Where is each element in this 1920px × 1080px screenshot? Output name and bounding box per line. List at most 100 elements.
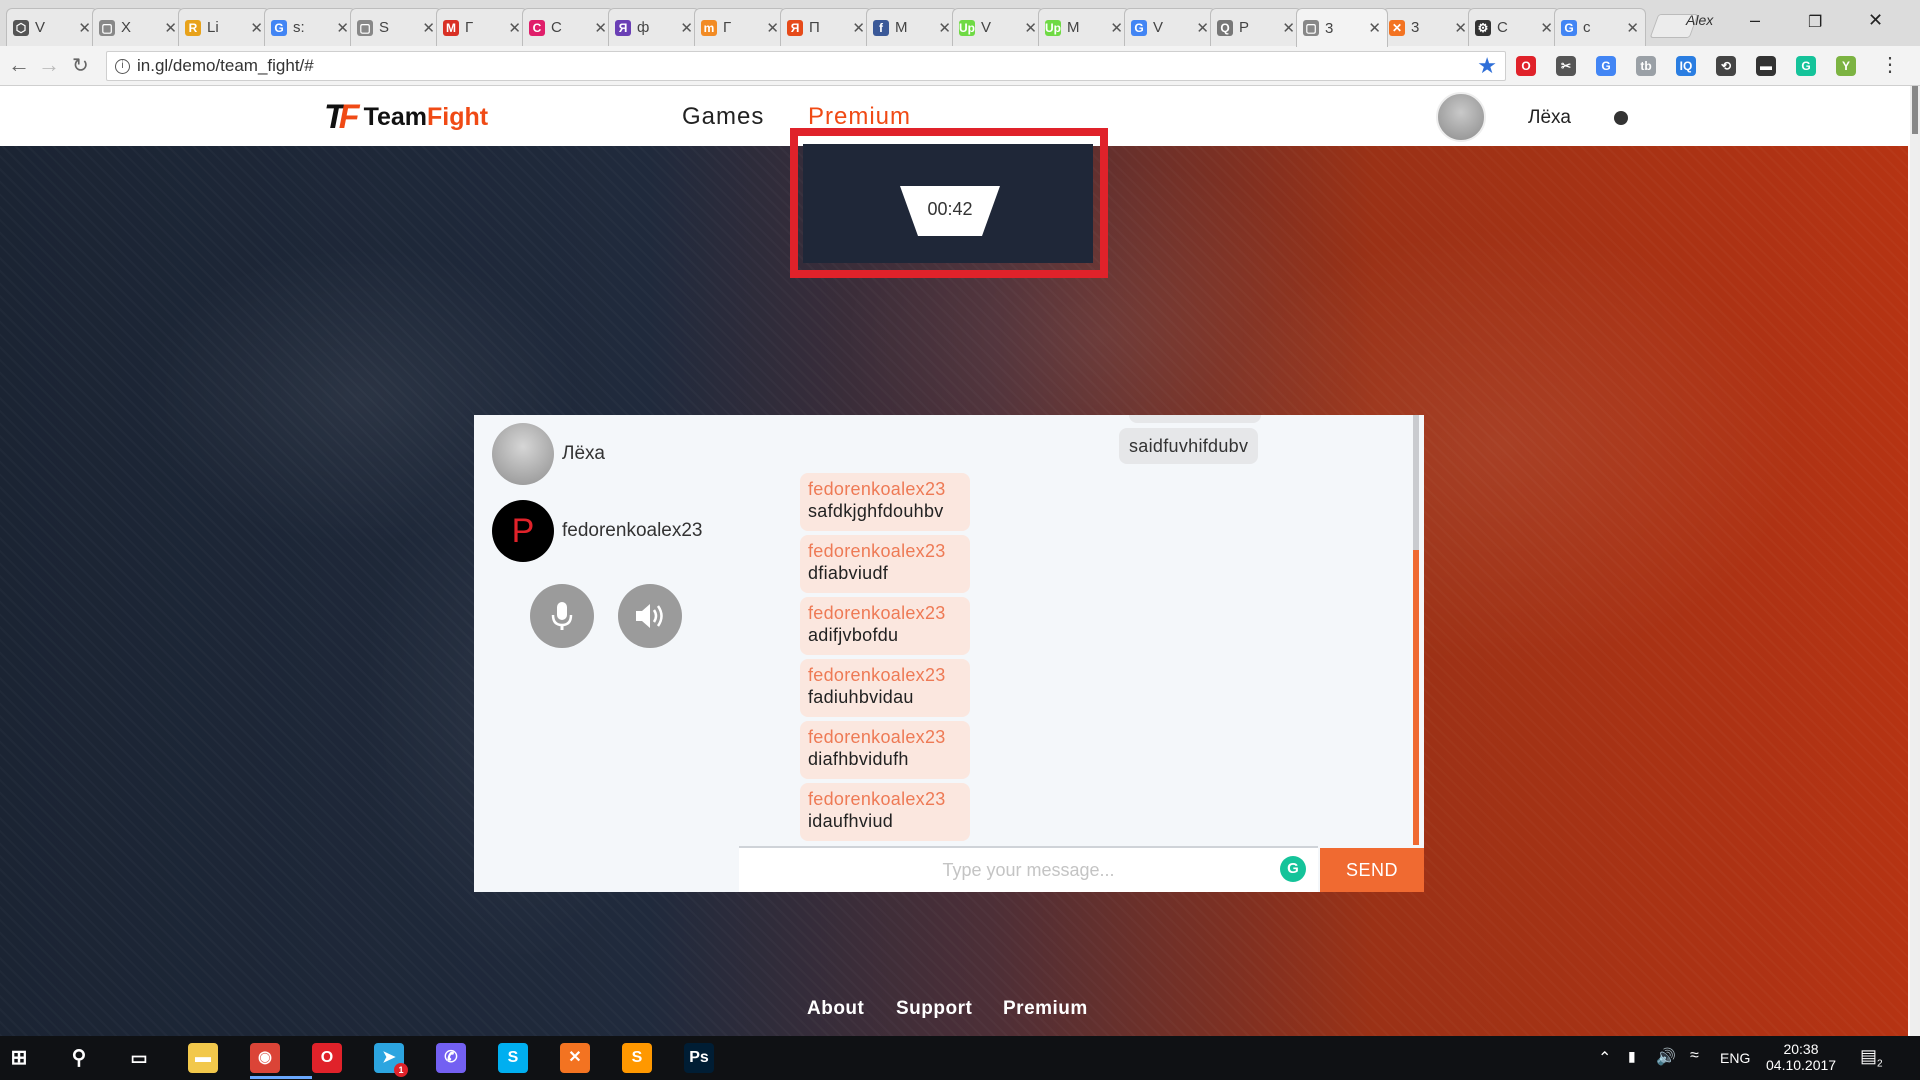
extension-icon[interactable]: ⟲ <box>1716 56 1736 76</box>
xampp-icon[interactable]: ✕ <box>560 1043 590 1073</box>
message-list[interactable]: saidfuvhifdubv fedorenkoalex23 safdkjghfd… <box>739 415 1423 845</box>
volume-icon[interactable]: 🔊 <box>1656 1047 1676 1067</box>
tab-title: 3 <box>1325 19 1334 37</box>
nav-premium[interactable]: Premium <box>808 103 911 131</box>
task-view-icon[interactable]: ▭ <box>124 1043 154 1073</box>
browser-tab[interactable]: ▢ 3 ✕ <box>1296 8 1388 47</box>
info-icon[interactable]: i <box>115 59 130 74</box>
opera-icon[interactable]: O <box>312 1043 342 1073</box>
tab-close-icon[interactable]: ✕ <box>1626 19 1639 37</box>
telegram-icon[interactable]: ➤ 1 <box>374 1043 408 1077</box>
footer-about[interactable]: About <box>807 998 864 1020</box>
tab-close-icon[interactable]: ✕ <box>1196 19 1209 37</box>
browser-tab[interactable]: f M ✕ <box>866 8 958 46</box>
browser-tab[interactable]: G V ✕ <box>1124 8 1216 46</box>
browser-tab[interactable]: R Li ✕ <box>178 8 270 46</box>
speaker-button[interactable] <box>618 584 682 648</box>
extension-icon[interactable]: IQ <box>1676 56 1696 76</box>
tab-close-icon[interactable]: ✕ <box>1282 19 1295 37</box>
tab-title: M <box>1067 19 1080 36</box>
message-input[interactable]: Type your message... <box>739 846 1318 892</box>
sublime-icon[interactable]: S <box>622 1043 652 1073</box>
browser-tab[interactable]: ⚙ C ✕ <box>1468 8 1560 46</box>
browser-tab[interactable]: Я П ✕ <box>780 8 872 46</box>
address-bar[interactable]: i in.gl/demo/team_fight/# ★ <box>106 51 1506 81</box>
viber-icon[interactable]: ✆ <box>436 1043 466 1073</box>
user-name[interactable]: Лёха <box>1528 107 1571 129</box>
file-explorer-icon[interactable]: ▬ <box>188 1043 218 1073</box>
browser-tab[interactable]: Q P ✕ <box>1210 8 1302 46</box>
tab-close-icon[interactable]: ✕ <box>1110 19 1123 37</box>
minimize-icon[interactable]: – <box>1750 10 1760 31</box>
restore-icon[interactable]: ❐ <box>1808 12 1822 32</box>
browser-tab[interactable]: Up V ✕ <box>952 8 1044 46</box>
tab-close-icon[interactable]: ✕ <box>422 19 435 37</box>
chat-scrollbar[interactable] <box>1413 415 1419 845</box>
tab-title: c <box>1583 19 1591 36</box>
extension-icon[interactable]: ▬ <box>1756 56 1776 76</box>
tab-close-icon[interactable]: ✕ <box>1540 19 1553 37</box>
user-avatar[interactable] <box>1436 92 1486 142</box>
forward-icon[interactable]: → <box>38 52 60 78</box>
browser-tab[interactable]: C C ✕ <box>522 8 614 46</box>
battery-icon[interactable]: ▮ <box>1628 1048 1636 1065</box>
page-scrollbar[interactable] <box>1910 86 1920 1036</box>
page-scrollbar-thumb[interactable] <box>1912 86 1918 134</box>
extension-icon[interactable]: tb <box>1636 56 1656 76</box>
clock[interactable]: 20:38 04.10.2017 <box>1766 1041 1836 1073</box>
tab-close-icon[interactable]: ✕ <box>938 19 951 37</box>
chat-scrollbar-thumb[interactable] <box>1413 415 1419 550</box>
browser-tab[interactable]: ⬡ V ✕ <box>6 8 98 46</box>
footer-premium[interactable]: Premium <box>1003 998 1088 1020</box>
send-button[interactable]: SEND <box>1320 848 1424 892</box>
tab-close-icon[interactable]: ✕ <box>680 19 693 37</box>
chrome-icon[interactable]: ◉ <box>250 1043 280 1073</box>
tab-close-icon[interactable]: ✕ <box>164 19 177 37</box>
tab-close-icon[interactable]: ✕ <box>766 19 779 37</box>
language-indicator[interactable]: ENG <box>1720 1050 1750 1066</box>
browser-tab[interactable]: Яф ✕ <box>608 8 700 46</box>
grammarly-icon[interactable]: G <box>1280 856 1306 882</box>
tab-title: V <box>1153 19 1164 36</box>
microphone-button[interactable] <box>530 584 594 648</box>
browser-tab[interactable]: ✕ 3 ✕ <box>1382 8 1474 46</box>
photoshop-icon[interactable]: Ps <box>684 1043 714 1073</box>
tab-close-icon[interactable]: ✕ <box>852 19 865 37</box>
browser-tab[interactable]: m Г ✕ <box>694 8 786 46</box>
browser-tab[interactable]: Gs: ✕ <box>264 8 356 46</box>
tray-expand-icon[interactable]: ⌃ <box>1598 1048 1611 1068</box>
browser-tab[interactable]: Gc ✕ <box>1554 8 1646 46</box>
extension-icon[interactable]: Y <box>1836 56 1856 76</box>
extension-icon[interactable]: O <box>1516 56 1536 76</box>
footer-support[interactable]: Support <box>896 998 972 1020</box>
bookmark-star-icon[interactable]: ★ <box>1477 52 1497 80</box>
search-icon[interactable]: ⚲ <box>64 1043 94 1073</box>
skype-icon[interactable]: S <box>498 1043 528 1073</box>
extension-icon[interactable]: G <box>1796 56 1816 76</box>
tab-close-icon[interactable]: ✕ <box>78 19 91 37</box>
tab-close-icon[interactable]: ✕ <box>250 19 263 37</box>
close-window-icon[interactable]: ✕ <box>1868 10 1883 31</box>
reload-icon[interactable]: ↻ <box>72 53 89 78</box>
active-app-indicator <box>250 1076 312 1079</box>
notifications-icon[interactable]: ▤2 <box>1860 1046 1883 1070</box>
teamfight-logo[interactable]: TF TeamFight <box>324 98 488 137</box>
nav-games[interactable]: Games <box>682 103 764 131</box>
tab-close-icon[interactable]: ✕ <box>508 19 521 37</box>
browser-tab[interactable]: M Г ✕ <box>436 8 528 46</box>
wifi-icon[interactable]: ≈ <box>1690 1047 1699 1065</box>
tab-close-icon[interactable]: ✕ <box>1368 19 1381 37</box>
browser-tab[interactable]: Up M ✕ <box>1038 8 1130 46</box>
tab-close-icon[interactable]: ✕ <box>1024 19 1037 37</box>
tab-close-icon[interactable]: ✕ <box>594 19 607 37</box>
extension-icon[interactable]: G <box>1596 56 1616 76</box>
extension-icon[interactable]: ✂ <box>1556 56 1576 76</box>
start-icon[interactable]: ⊞ <box>4 1043 34 1073</box>
menu-icon[interactable]: ⋮ <box>1880 52 1900 77</box>
tab-close-icon[interactable]: ✕ <box>1454 19 1467 37</box>
browser-tab[interactable]: ▢ X ✕ <box>92 8 184 46</box>
back-icon[interactable]: ← <box>8 52 30 78</box>
profile-name[interactable]: Alex <box>1686 12 1713 28</box>
tab-close-icon[interactable]: ✕ <box>336 19 349 37</box>
browser-tab[interactable]: ▢ S ✕ <box>350 8 442 46</box>
